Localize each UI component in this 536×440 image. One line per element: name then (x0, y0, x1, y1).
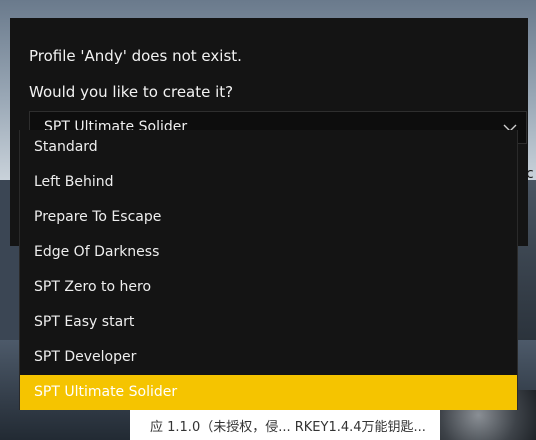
dropdown-option[interactable]: Left Behind (20, 165, 517, 200)
create-profile-question: Would you like to create it? (29, 83, 234, 101)
profile-missing-message: Profile 'Andy' does not exist. (29, 47, 242, 65)
dropdown-option[interactable]: Standard (20, 130, 517, 165)
dropdown-option[interactable]: SPT Developer (20, 340, 517, 375)
dropdown-option[interactable]: SPT Easy start (20, 305, 517, 340)
dropdown-option[interactable]: Prepare To Escape (20, 200, 517, 235)
dropdown-option[interactable]: Edge Of Darkness (20, 235, 517, 270)
edition-dropdown-list: Standard Left Behind Prepare To Escape Edge… (19, 130, 518, 410)
dropdown-option[interactable]: SPT Zero to hero (20, 270, 517, 305)
background-strip-text: 应 1.1.0（未授权，侵... RKEY1.4.4万能钥匙... (150, 420, 426, 435)
dropdown-option[interactable]: SPT Ultimate Solider (20, 375, 517, 410)
